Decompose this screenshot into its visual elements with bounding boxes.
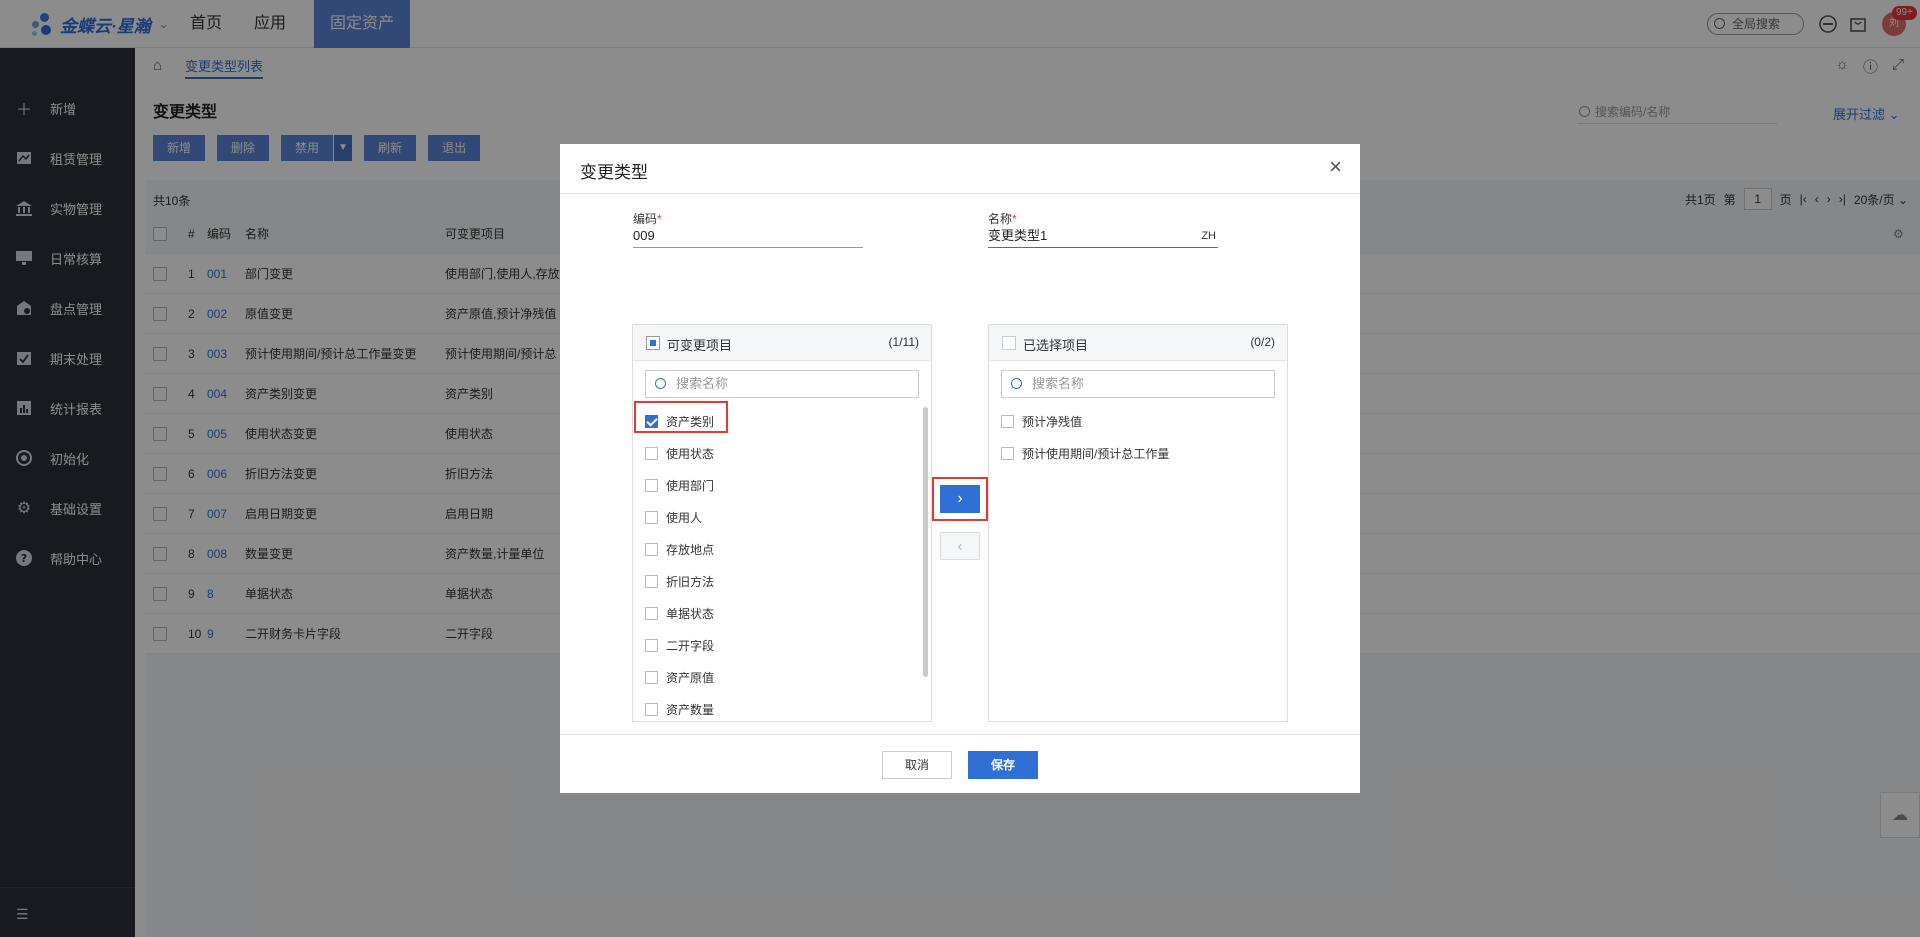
scrollbar[interactable]	[923, 407, 928, 677]
available-items-panel: 可变更项目 (1/11) 搜索名称 资产类别 使用状态 使用部门 使用人 存放地点 折旧方…	[632, 324, 932, 722]
available-item[interactable]: 使用状态	[645, 441, 714, 465]
selected-item[interactable]: 预计净残值	[1001, 409, 1082, 433]
available-items-title: 可变更项目	[667, 338, 733, 353]
item-checkbox[interactable]	[645, 606, 658, 620]
search-icon	[655, 378, 666, 389]
cancel-button[interactable]: 取消	[882, 751, 952, 779]
available-item[interactable]: 资产原值	[645, 665, 714, 689]
name-field[interactable]: 变更类型1 ZH	[988, 224, 1218, 248]
select-all-selected-checkbox[interactable]	[1002, 336, 1016, 350]
item-checkbox[interactable]	[645, 702, 658, 716]
item-checkbox[interactable]	[645, 638, 658, 652]
select-all-available-checkbox[interactable]	[646, 336, 660, 350]
available-item[interactable]: 折旧方法	[645, 569, 714, 593]
item-checkbox[interactable]	[1001, 446, 1014, 460]
selected-items-count: (0/2)	[1250, 335, 1275, 349]
item-checkbox[interactable]	[645, 574, 658, 588]
item-checkbox[interactable]	[645, 670, 658, 684]
available-item[interactable]: 使用部门	[645, 473, 714, 497]
available-item[interactable]: 存放地点	[645, 537, 714, 561]
item-checkbox[interactable]	[645, 446, 658, 460]
available-item[interactable]: 使用人	[645, 505, 702, 529]
item-checkbox[interactable]	[1001, 414, 1014, 428]
available-item[interactable]: 单据状态	[645, 601, 714, 625]
item-checkbox[interactable]	[645, 478, 658, 492]
search-icon	[1011, 378, 1022, 389]
selected-item[interactable]: 预计使用期间/预计总工作量	[1001, 441, 1169, 465]
move-right-button[interactable]: ›	[940, 485, 980, 513]
item-checkbox[interactable]	[645, 542, 658, 556]
code-field[interactable]: 009	[633, 224, 863, 248]
dialog-header: 变更类型 ×	[560, 144, 1360, 194]
highlight-box	[634, 401, 728, 433]
available-search-input[interactable]: 搜索名称	[645, 370, 919, 398]
item-checkbox[interactable]	[645, 510, 658, 524]
change-type-dialog: 变更类型 × 编码* 009 名称* 变更类型1 ZH 可变更项目 (1/11)…	[560, 144, 1360, 793]
available-item[interactable]: 二开字段	[645, 633, 714, 657]
selected-search-input[interactable]: 搜索名称	[1001, 370, 1275, 398]
selected-items-title: 已选择项目	[1023, 338, 1089, 353]
modal-overlay-top	[0, 0, 1920, 48]
move-left-button[interactable]: ‹	[940, 532, 980, 560]
save-button[interactable]: 保存	[968, 751, 1038, 779]
available-items-count: (1/11)	[888, 335, 919, 349]
close-icon[interactable]: ×	[1329, 156, 1342, 178]
selected-items-panel: 已选择项目 (0/2) 搜索名称 预计净残值预计使用期间/预计总工作量	[988, 324, 1288, 722]
available-item[interactable]: 资产数量	[645, 697, 714, 721]
language-tag[interactable]: ZH	[1201, 224, 1216, 248]
dialog-title: 变更类型	[580, 163, 648, 182]
dialog-footer: 取消 保存	[560, 734, 1360, 793]
